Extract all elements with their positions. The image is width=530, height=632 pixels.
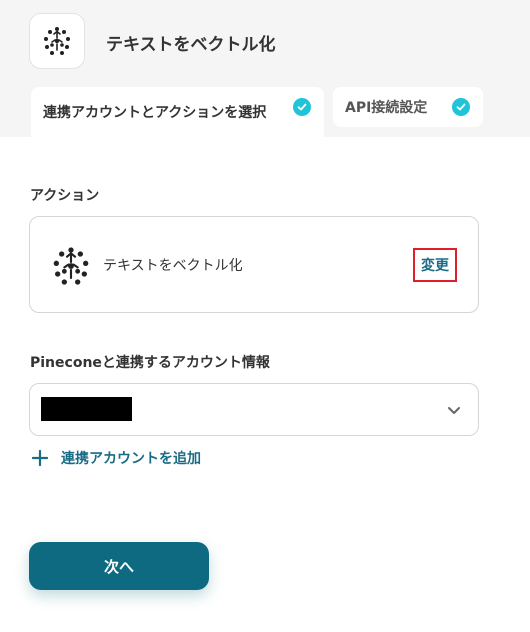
add-account-link[interactable]: 連携アカウントを追加 — [31, 447, 201, 469]
action-card: テキストをベクトル化 変更 — [29, 216, 479, 313]
tab-label: 連携アカウントとアクションを選択 — [43, 105, 267, 121]
change-action-button[interactable]: 変更 — [413, 248, 457, 282]
account-select[interactable] — [29, 383, 479, 436]
next-button[interactable]: 次へ — [29, 542, 209, 590]
header: テキストをベクトル化 連携アカウントとアクションを選択 API接続設定 — [0, 0, 530, 137]
redacted-account-value — [41, 397, 132, 421]
add-account-label: 連携アカウントを追加 — [61, 451, 201, 467]
account-section-label: Pineconeと連携するアカウント情報 — [30, 355, 270, 371]
pinecone-logo-icon — [44, 27, 70, 55]
check-icon — [293, 98, 311, 116]
chevron-down-icon — [448, 407, 460, 414]
action-name: テキストをベクトル化 — [103, 258, 243, 274]
app-icon-box — [29, 13, 85, 69]
page-title: テキストをベクトル化 — [106, 35, 276, 55]
action-section-label: アクション — [30, 188, 100, 204]
tab-api-settings[interactable]: API接続設定 — [333, 87, 483, 127]
check-icon — [452, 98, 470, 116]
tab-label: API接続設定 — [345, 100, 428, 116]
plus-icon — [31, 449, 49, 467]
pinecone-logo-icon — [53, 247, 89, 285]
tab-account-action[interactable]: 連携アカウントとアクションを選択 — [31, 87, 324, 137]
